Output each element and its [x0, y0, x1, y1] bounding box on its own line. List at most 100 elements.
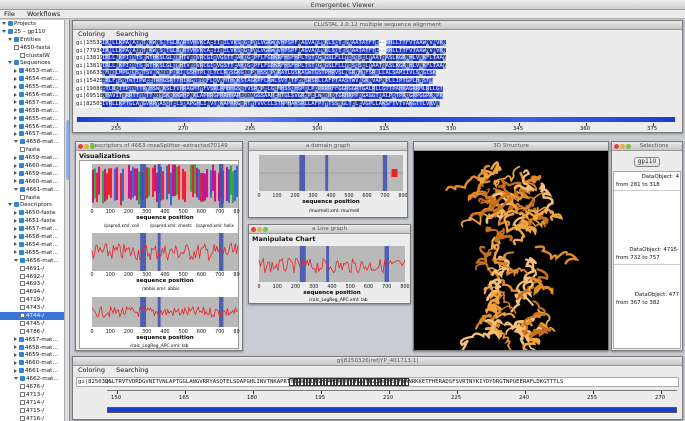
tree-item[interactable]: 4713-/	[0, 391, 69, 399]
expanded-arrow-icon[interactable]	[8, 37, 12, 41]
tree-item[interactable]: Projects	[0, 20, 69, 28]
tree-item[interactable]: 4653-mat…	[0, 67, 69, 75]
window-controls[interactable]	[78, 143, 96, 151]
tree-item[interactable]: 4651-fasta	[0, 217, 69, 225]
tree-item[interactable]: 4650-fasta	[0, 209, 69, 217]
collapsed-arrow-icon[interactable]	[14, 234, 17, 239]
tree-item[interactable]: 4661-mat…	[0, 367, 69, 375]
collapsed-arrow-icon[interactable]	[14, 352, 17, 357]
collapsed-arrow-icon[interactable]	[14, 131, 17, 136]
tree-item[interactable]: Entities	[0, 36, 69, 44]
project-tree[interactable]: Projects 25 – gp110 Entities 4650-fasta clus…	[0, 20, 70, 421]
expanded-arrow-icon[interactable]	[8, 61, 12, 65]
tree-item[interactable]: 4657-mat…	[0, 130, 69, 138]
msa-row[interactable]: gi|1663349-NMNQLMPGDYSNTSVNWNQDPQRINGSHT…	[76, 70, 674, 78]
tree-item[interactable]: 4658-mat…	[0, 344, 69, 352]
collapsed-arrow-icon[interactable]	[14, 163, 17, 168]
tree-item[interactable]: 4662-mat…	[0, 375, 69, 383]
msa-row[interactable]: gi|1908665-ETLRQTTPQNTTRYHSWNKSLTVHRAGMT…	[76, 85, 674, 94]
tree-item[interactable]: 4650-fasta	[0, 44, 69, 52]
tab-searching[interactable]: Searching	[116, 366, 148, 374]
collapsed-arrow-icon[interactable]	[14, 368, 17, 373]
tree-item[interactable]: 4660-mat…	[0, 178, 69, 186]
selections-window-controls[interactable]	[614, 143, 632, 151]
tree-item[interactable]: 4659-mat…	[0, 154, 69, 162]
tree-item[interactable]: 4786-/	[0, 328, 69, 336]
tree-item[interactable]: 4660-mat…	[0, 162, 69, 170]
collapsed-arrow-icon[interactable]	[14, 68, 17, 73]
tree-item[interactable]: 4744-/	[0, 311, 69, 320]
tree-scroll-thumb[interactable]	[66, 120, 69, 180]
menu-workflows[interactable]: Workflows	[27, 10, 60, 18]
tree-item[interactable]: Descriptors	[0, 201, 69, 209]
tree-item[interactable]: 4659-mat…	[0, 170, 69, 178]
tree-item[interactable]: 25 – gp110	[0, 28, 69, 36]
collapsed-arrow-icon[interactable]	[14, 155, 17, 160]
tree-item[interactable]: clustalW	[0, 52, 69, 60]
msa-row[interactable]: gi|1381929-IRLLNKPIDNTSEWTHKSLGLQYHTVEQV…	[76, 62, 674, 71]
collapsed-arrow-icon[interactable]	[14, 250, 17, 255]
tree-item[interactable]: 4691-/	[0, 265, 69, 273]
collapsed-arrow-icon[interactable]	[14, 226, 17, 231]
tree-item[interactable]: 4745-/	[0, 320, 69, 328]
tree-item[interactable]: 4660-mat…	[0, 359, 69, 367]
tree-item[interactable]: 4659-mat…	[0, 351, 69, 359]
collapsed-arrow-icon[interactable]	[14, 100, 17, 105]
tree-item[interactable]: fasta	[0, 146, 69, 154]
collapsed-arrow-icon[interactable]	[14, 92, 17, 97]
tree-item[interactable]: 4743-/	[0, 304, 69, 312]
msa-alignment[interactable]: gi|1353208-IRNLLKPANAQNTNKWNSNTGLRYRTVHV…	[76, 40, 674, 109]
selection-item[interactable]: DataObject: 477	[635, 292, 679, 298]
tree-item[interactable]: 4693-/	[0, 280, 69, 288]
collapsed-arrow-icon[interactable]	[14, 210, 17, 215]
tree-item[interactable]: Sequences	[0, 59, 69, 67]
tree-item[interactable]: 4692-/	[0, 273, 69, 281]
protein-structure-view[interactable]	[414, 151, 608, 367]
tree-scrollbar[interactable]	[64, 20, 69, 421]
line-graph-window-controls[interactable]	[251, 226, 269, 234]
tree-item[interactable]: 4657-mat…	[0, 336, 69, 344]
collapsed-arrow-icon[interactable]	[14, 76, 17, 81]
tree-item[interactable]: 4656-mat…	[0, 257, 69, 265]
selection-item[interactable]: DataObject: 4	[642, 174, 679, 180]
collapsed-arrow-icon[interactable]	[14, 116, 17, 121]
expanded-arrow-icon[interactable]	[14, 258, 18, 262]
collapsed-arrow-icon[interactable]	[14, 84, 17, 89]
tree-item[interactable]: 4658-mat…	[0, 107, 69, 115]
msa-row[interactable]: gi|8250326-IVRLLKPTGLANGVRRYASQTELSDAPGH…	[76, 100, 674, 109]
collapsed-arrow-icon[interactable]	[14, 171, 17, 176]
expanded-arrow-icon[interactable]	[14, 187, 18, 191]
tree-item[interactable]: 4658-mat…	[0, 233, 69, 241]
collapsed-arrow-icon[interactable]	[14, 345, 17, 350]
tab-coloring[interactable]: Coloring	[78, 30, 105, 38]
tree-item[interactable]: 4656-mat…	[0, 91, 69, 99]
tree-item[interactable]: 4716-/	[0, 415, 69, 421]
tree-item[interactable]: 4654-mat…	[0, 75, 69, 83]
expanded-arrow-icon[interactable]	[14, 377, 18, 381]
expanded-arrow-icon[interactable]	[2, 22, 6, 25]
expanded-arrow-icon[interactable]	[8, 203, 12, 207]
tree-item[interactable]: 4719-/	[0, 296, 69, 304]
collapsed-arrow-icon[interactable]	[14, 124, 17, 129]
collapsed-arrow-icon[interactable]	[14, 179, 17, 184]
msa-row[interactable]: gi|695180-NHAVITYRRTTQNTTNQYSKQKKWHPNKLA…	[76, 93, 674, 101]
tree-item[interactable]: 4657-mat…	[0, 99, 69, 107]
tree-item[interactable]: 4714-/	[0, 399, 69, 407]
tab-coloring[interactable]: Coloring	[78, 366, 105, 374]
msa-row[interactable]: gi|779341-IRNLLKPANAQNTNKWNSNTGLRYRTVHVK…	[76, 47, 674, 56]
msa-row[interactable]: gi|1542540-ERLFYSNTWTIPWEETRHGSRTTHIRGND…	[76, 77, 674, 86]
tree-item[interactable]: 4655-mat…	[0, 115, 69, 123]
tree-item[interactable]: 4658-mat…	[0, 138, 69, 146]
collapsed-arrow-icon[interactable]	[14, 360, 17, 365]
expanded-arrow-icon[interactable]	[2, 29, 6, 33]
tree-item[interactable]: 4655-mat…	[0, 249, 69, 257]
selection-item[interactable]: DataObject: 4715-	[629, 247, 679, 253]
selections-list[interactable]: DataObject: 4 from 281 to 318 DataObject…	[613, 171, 681, 349]
msa-row[interactable]: gi|138195-IRLLNKPIDNTSEWTHKSLGLQYHTVEQVR…	[76, 55, 674, 63]
collapsed-arrow-icon[interactable]	[14, 218, 17, 223]
msa-row[interactable]: gi|1353208-IRNLLKPANAQNTNKWNSNTGLRYRTVHV…	[76, 40, 674, 48]
tree-item[interactable]: 4676-/	[0, 383, 69, 391]
expanded-arrow-icon[interactable]	[14, 140, 18, 144]
tree-item[interactable]: 4654-mat…	[0, 241, 69, 249]
collapsed-arrow-icon[interactable]	[14, 108, 17, 113]
